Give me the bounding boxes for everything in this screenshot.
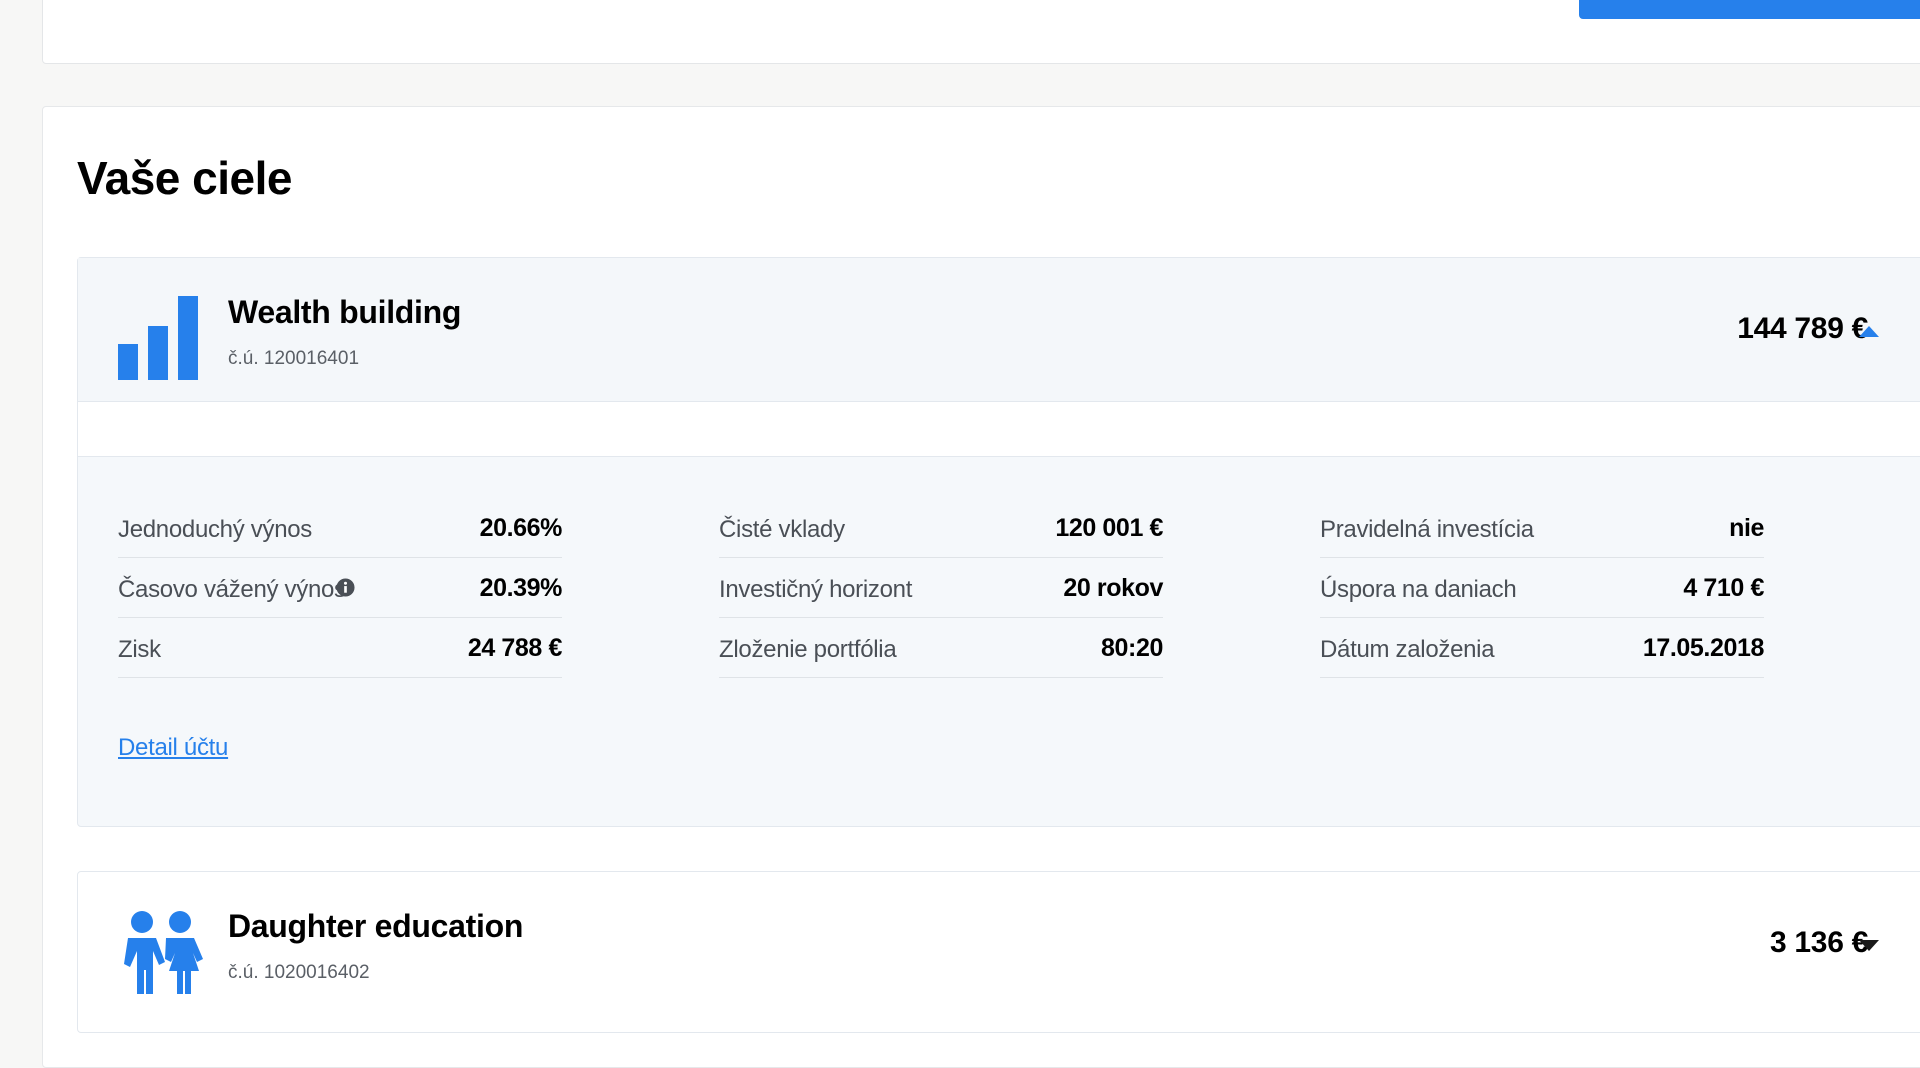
stat-row: Úspora na daniach 4 710 €	[1320, 558, 1764, 618]
goal-header[interactable]: Daughter education č.ú. 1020016402 3 136…	[78, 872, 1920, 1015]
goal-item-daughter-education: Daughter education č.ú. 1020016402 3 136…	[77, 871, 1920, 1033]
stat-label: Úspora na daniach	[1320, 576, 1517, 603]
goal-header[interactable]: Wealth building č.ú. 120016401 144 789 €	[78, 258, 1920, 402]
goal-name: Daughter education	[228, 908, 524, 944]
goal-name: Wealth building	[228, 294, 462, 330]
stats-column: Pravidelná investícia nie Úspora na dani…	[1320, 498, 1764, 678]
stat-row: Investičný horizont 20 rokov	[719, 558, 1163, 618]
stat-label: Zloženie portfólia	[719, 636, 897, 663]
goal-amount: 144 789 €	[1737, 312, 1868, 345]
stat-row: Zisk 24 788 €	[118, 618, 562, 678]
stat-value: 80:20	[1101, 634, 1163, 662]
page-title: Vaše ciele	[77, 152, 292, 204]
goal-account-number: č.ú. 120016401	[228, 348, 360, 369]
account-detail-link[interactable]: Detail účtu	[118, 734, 228, 762]
stat-row: Dátum založenia 17.05.2018	[1320, 618, 1764, 678]
stats-column: Jednoduchý výnos 20.66% Časovo vážený vý…	[118, 498, 562, 678]
stat-label: Dátum založenia	[1320, 636, 1495, 663]
stat-label: Zisk	[118, 636, 161, 663]
goals-section: Vaše ciele Wealth building č.ú. 12001640…	[42, 106, 1920, 1068]
stat-value: 120 001 €	[1055, 514, 1163, 542]
stat-value: 4 710 €	[1683, 574, 1764, 602]
triangle-down-icon[interactable]	[1854, 930, 1884, 960]
stat-label-text: Časovo vážený výnos	[118, 576, 346, 603]
stat-row: Čisté vklady 120 001 €	[719, 498, 1163, 558]
bar-chart-icon	[118, 296, 198, 380]
stat-value: 20.39%	[479, 574, 563, 602]
goal-item-wealth-building: Wealth building č.ú. 120016401 144 789 €…	[77, 257, 1920, 827]
stat-label: Jednoduchý výnos	[118, 516, 312, 543]
goal-account-number: č.ú. 1020016402	[228, 962, 370, 983]
info-icon[interactable]	[336, 578, 355, 597]
stats-column: Čisté vklady 120 001 € Investičný horizo…	[719, 498, 1163, 678]
triangle-up-icon[interactable]	[1854, 316, 1884, 346]
divider-strip	[78, 402, 1920, 457]
stat-value: 20.66%	[479, 514, 563, 542]
stat-row: Pravidelná investícia nie	[1320, 498, 1764, 558]
stat-label: Časovo vážený výnos	[118, 576, 355, 604]
stat-value: 20 rokov	[1063, 574, 1163, 602]
top-card	[42, 0, 1920, 64]
stat-row: Jednoduchý výnos 20.66%	[118, 498, 562, 558]
primary-action-button[interactable]	[1579, 0, 1920, 19]
stat-value: 17.05.2018	[1642, 634, 1765, 662]
stat-label: Investičný horizont	[719, 576, 913, 603]
stat-value: nie	[1729, 514, 1764, 542]
stat-row: Zloženie portfólia 80:20	[719, 618, 1163, 678]
stat-value: 24 788 €	[467, 634, 563, 662]
children-icon	[124, 911, 203, 994]
stat-label: Pravidelná investícia	[1320, 516, 1534, 543]
stat-row: Časovo vážený výnos 20.39%	[118, 558, 562, 618]
stat-label: Čisté vklady	[719, 516, 845, 543]
